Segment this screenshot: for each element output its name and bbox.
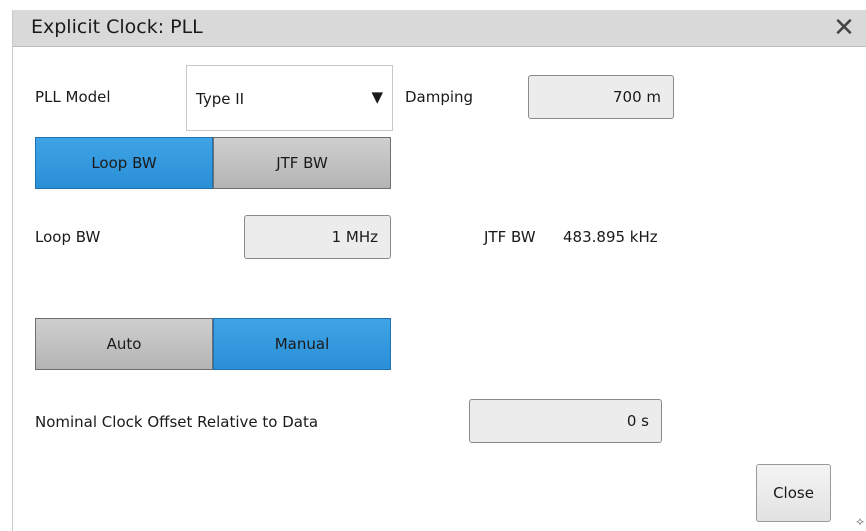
close-button[interactable]: Close	[756, 464, 831, 522]
manual-toggle-button[interactable]: Manual	[213, 318, 391, 370]
jtf-bw-value: 483.895 kHz	[563, 228, 658, 246]
loop-bw-input[interactable]: 1 MHz	[244, 215, 391, 259]
loop-bw-label: Loop BW	[35, 228, 101, 246]
jtf-bw-toggle-button[interactable]: JTF BW	[213, 137, 391, 189]
damping-label: Damping	[405, 88, 474, 106]
auto-toggle-button[interactable]: Auto	[35, 318, 213, 370]
resize-grip-icon[interactable]: ⟡	[856, 514, 864, 529]
dialog-title: Explicit Clock: PLL	[31, 16, 203, 38]
close-icon[interactable]: ✕	[831, 13, 857, 43]
dialog-titlebar[interactable]: Explicit Clock: PLL ✕	[13, 10, 866, 47]
explicit-clock-dialog: Explicit Clock: PLL ✕ PLL Model Type II …	[12, 10, 866, 531]
dropdown-arrow-icon: ▼	[371, 88, 383, 106]
jtf-bw-label: JTF BW	[484, 228, 536, 246]
pll-model-label: PLL Model	[35, 88, 111, 106]
damping-input[interactable]: 700 m	[528, 75, 674, 119]
pll-model-selected-value: Type II	[196, 90, 245, 108]
loop-bw-toggle-button[interactable]: Loop BW	[35, 137, 213, 189]
pll-model-dropdown[interactable]: Type II ▼	[186, 65, 393, 131]
nominal-offset-input[interactable]: 0 s	[469, 399, 662, 443]
nominal-offset-label: Nominal Clock Offset Relative to Data	[35, 413, 319, 431]
